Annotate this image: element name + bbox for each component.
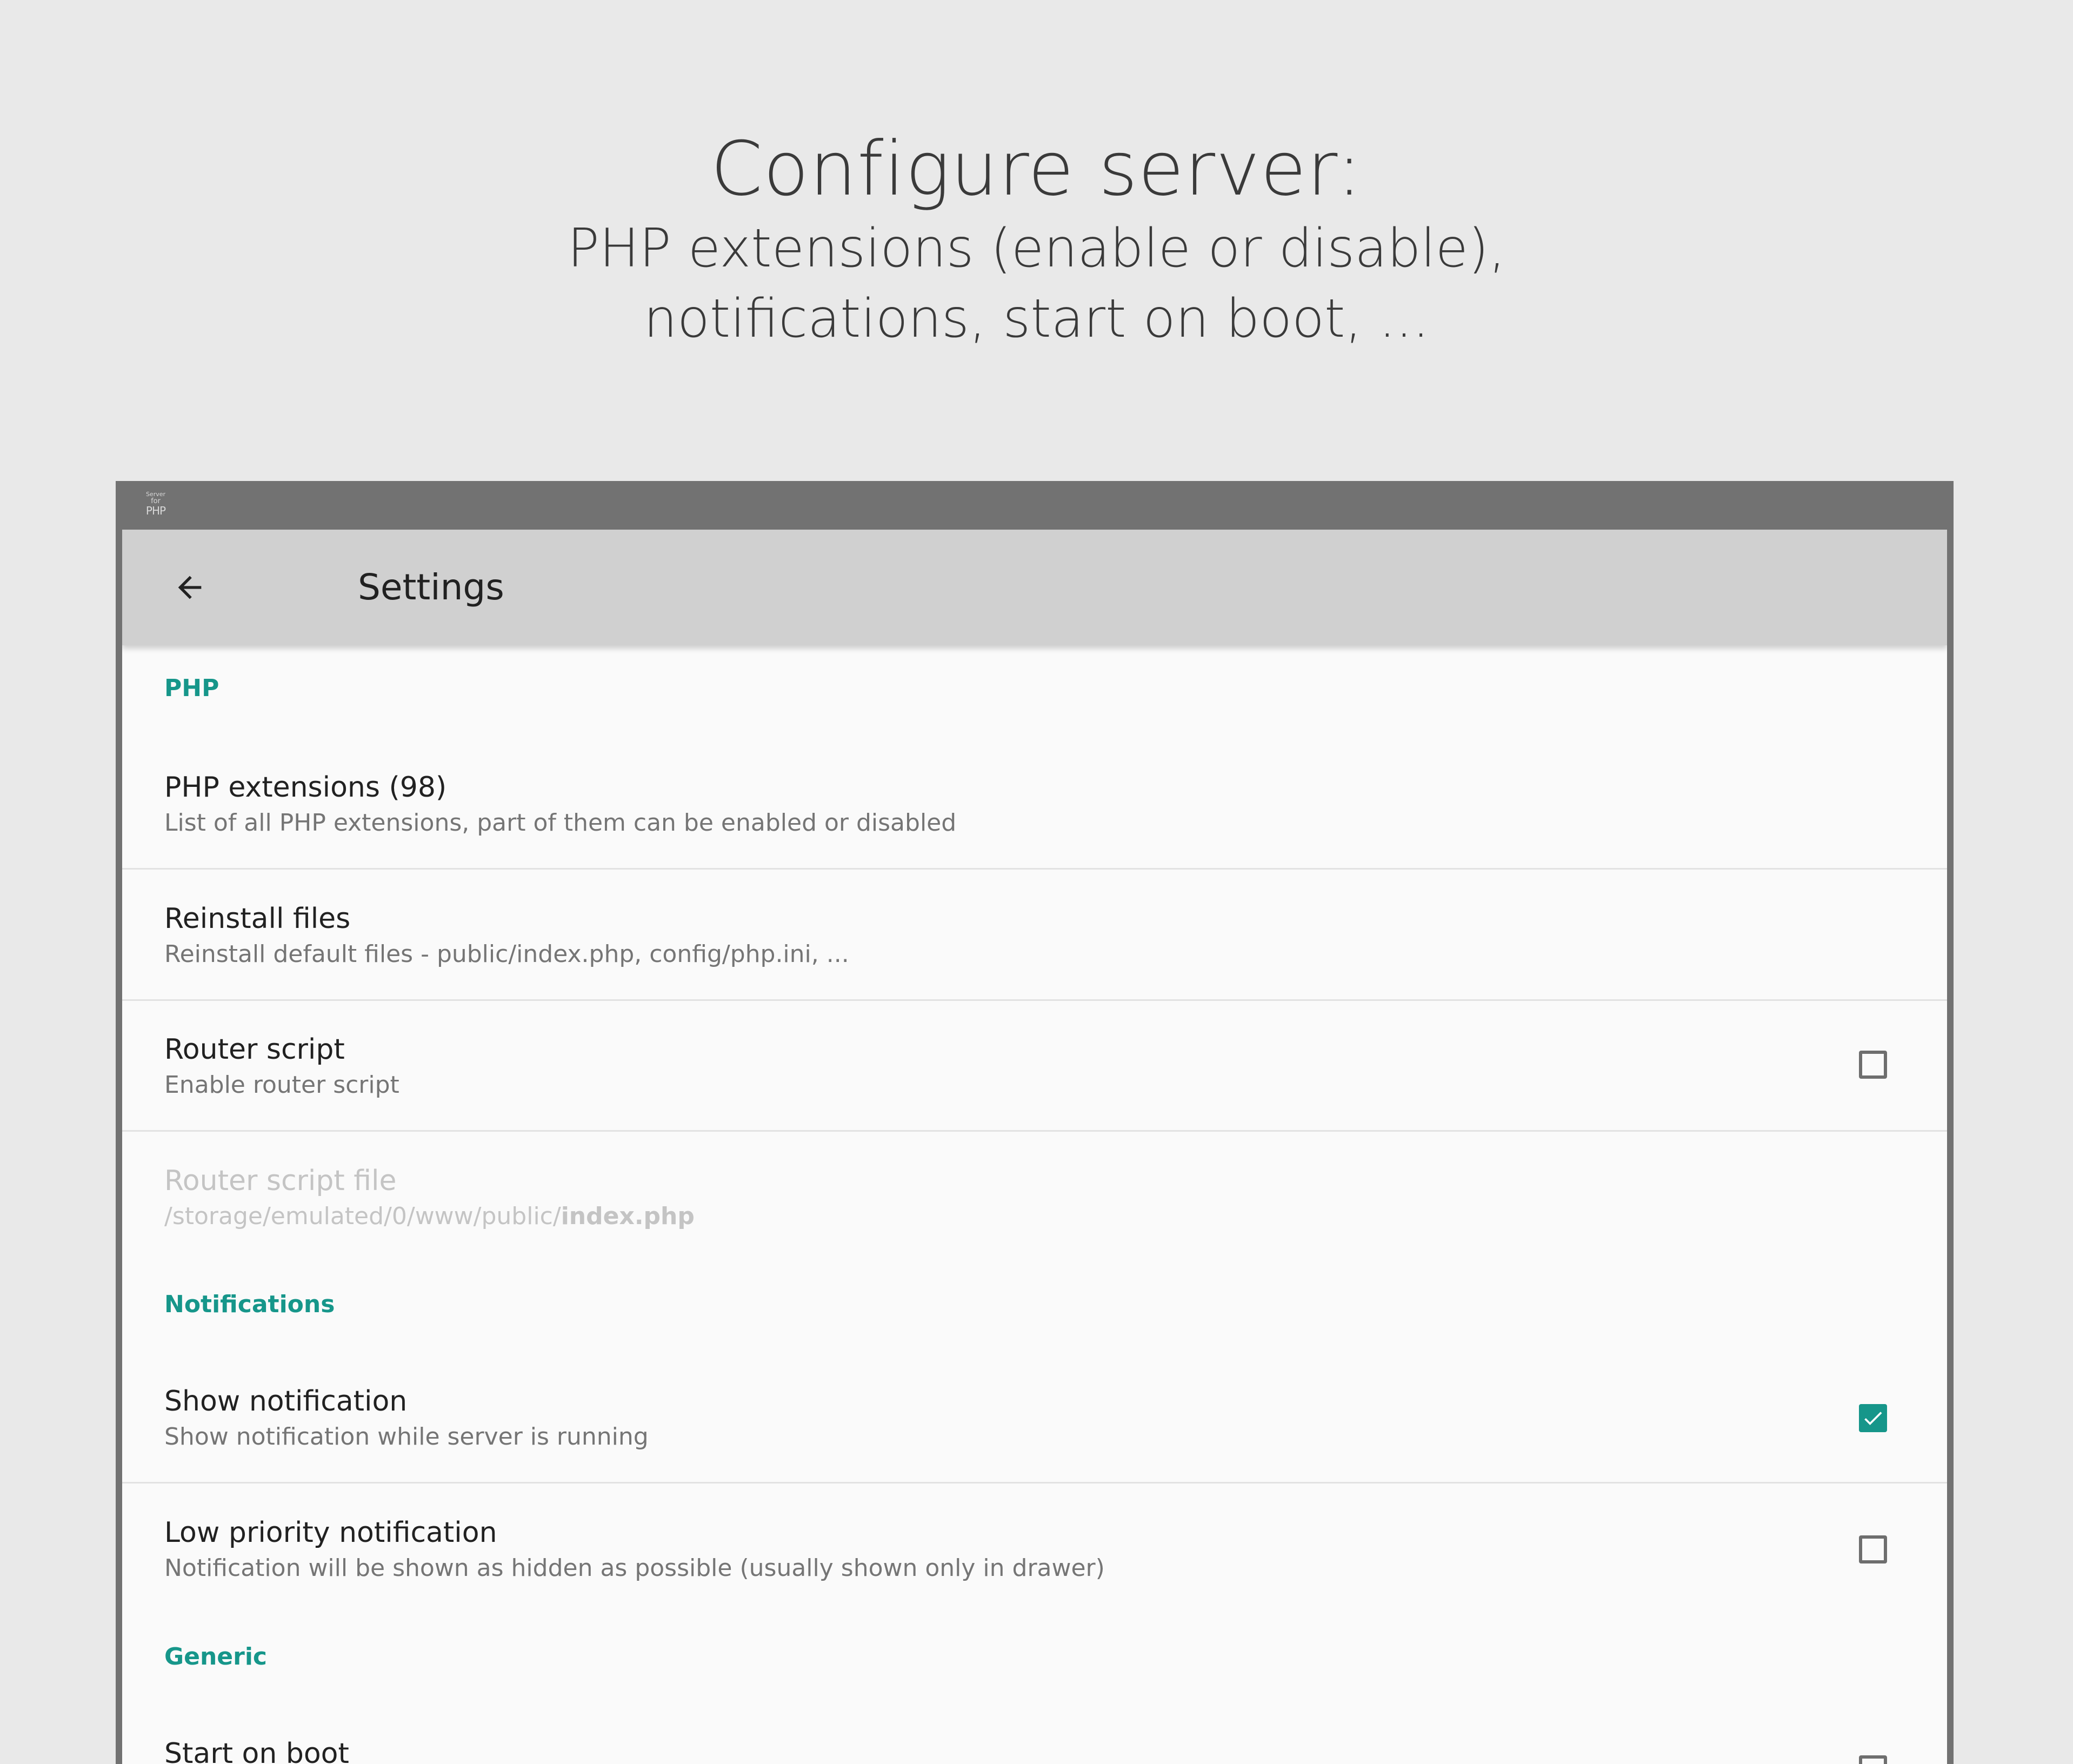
show-notification-checkbox[interactable] [1859,1404,1887,1432]
pref-title: Low priority notification [164,1516,497,1549]
router-script-checkbox[interactable] [1859,1051,1887,1079]
pref-title: Router script [164,1033,345,1066]
tablet-frame: Server for PHP Settings PHP PHP extensio… [116,481,1954,1764]
router-script-path: /storage/emulated/0/www/public/ [164,1202,561,1230]
status-bar: Server for PHP [116,481,1954,530]
pref-title: Start on boot [164,1738,349,1764]
app-logo: Server for PHP [142,491,170,521]
promo-subtitle-line-1: PHP extensions (enable or disable), [567,218,1506,279]
pref-summary: /storage/emulated/0/www/public/index.php [164,1201,695,1232]
settings-screen: Settings PHP PHP extensions (98) List of… [122,530,1947,1764]
pref-title: PHP extensions (98) [164,771,447,804]
pref-summary: Reinstall default files - public/index.p… [164,940,849,968]
pref-low-priority-notification[interactable]: Low priority notification Notification w… [122,1482,1947,1613]
start-on-boot-checkbox[interactable] [1859,1755,1887,1764]
page-title: Settings [358,566,504,608]
check-icon [1864,1412,1882,1425]
category-notifications: Notifications [164,1291,335,1318]
pref-summary: List of all PHP extensions, part of them… [164,809,957,837]
pref-title: Show notification [164,1385,408,1418]
pref-summary: Show notification while server is runnin… [164,1423,649,1451]
low-priority-notification-checkbox[interactable] [1859,1535,1887,1563]
pref-router-script[interactable]: Router script Enable router script [122,999,1947,1132]
pref-title: Reinstall files [164,903,351,935]
promo-title: Configure server: [710,125,1363,212]
back-button[interactable] [160,558,219,617]
pref-reinstall-files[interactable]: Reinstall files Reinstall default files … [122,868,1947,1001]
pref-summary: Enable router script [164,1071,399,1099]
pref-router-script-file: Router script file /storage/emulated/0/w… [122,1131,1947,1261]
app-logo-line-3: PHP [145,504,166,517]
arrow-left-icon [178,576,202,599]
category-generic: Generic [164,1643,267,1671]
pref-title: Router script file [164,1165,397,1197]
category-php: PHP [164,674,219,702]
pref-start-on-boot[interactable]: Start on boot [122,1703,1947,1764]
pref-summary: Notification will be shown as hidden as … [164,1554,1105,1582]
pref-php-extensions[interactable]: PHP extensions (98) List of all PHP exte… [122,737,1947,870]
pref-show-notification[interactable]: Show notification Show notification whil… [122,1351,1947,1484]
app-toolbar: Settings [122,530,1947,645]
router-script-filename: index.php [561,1202,695,1230]
promo-subtitle-line-2: notifications, start on boot, ... [643,288,1430,350]
